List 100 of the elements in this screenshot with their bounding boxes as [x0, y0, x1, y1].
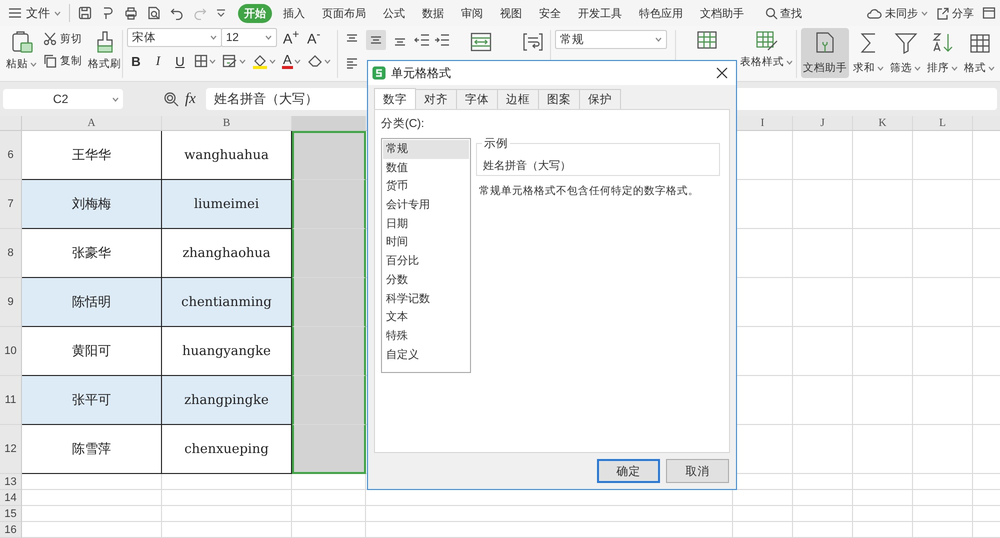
function-button[interactable]: fx	[185, 90, 196, 108]
row-header[interactable]: 8	[0, 229, 22, 278]
font-size-field[interactable]: 12	[221, 28, 277, 47]
category-item[interactable]: 会计专用	[383, 196, 469, 215]
row-header[interactable]: 9	[0, 278, 22, 327]
ribbon-tool-button[interactable]: 排序	[925, 28, 960, 78]
align-button[interactable]	[366, 30, 386, 50]
grid-cell	[853, 376, 913, 425]
undo-icon[interactable]	[170, 6, 184, 20]
print-icon[interactable]	[124, 6, 138, 20]
category-item[interactable]: 科学记数	[383, 290, 469, 308]
ribbon-tab[interactable]: 安全	[533, 4, 567, 22]
row-header[interactable]: 16	[0, 522, 22, 538]
format-painter-button[interactable]: 格式刷	[86, 28, 123, 73]
category-label: 分类(C):	[381, 116, 426, 131]
ribbon-tool-button[interactable]: 格式	[962, 28, 997, 78]
dialog-button[interactable]: 确定	[597, 459, 660, 483]
merge-cells-icon[interactable]	[470, 32, 492, 52]
ribbon-tab[interactable]: 插入	[277, 4, 311, 22]
category-item[interactable]: 百分比	[383, 252, 469, 271]
search-icon	[765, 6, 778, 20]
category-item[interactable]: 时间	[383, 233, 469, 252]
row-header[interactable]: 6	[0, 131, 22, 180]
cell-style-button[interactable]	[221, 52, 247, 70]
row-header[interactable]: 10	[0, 327, 22, 376]
ribbon-tab[interactable]: 特色应用	[633, 4, 689, 22]
ribbon-tool-button[interactable]: 筛选	[888, 28, 923, 78]
dialog-button[interactable]: 取消	[666, 459, 729, 483]
row-header[interactable]: 15	[0, 506, 22, 522]
file-menu[interactable]: 文件	[8, 4, 61, 22]
column-header[interactable]: J	[793, 116, 853, 130]
dialog-tab[interactable]: 数字	[374, 88, 416, 109]
table-style-button[interactable]: 表格样式	[738, 30, 795, 71]
sync-button[interactable]: 未同步	[866, 6, 928, 20]
column-header[interactable]: L	[913, 116, 973, 130]
borders-button[interactable]	[193, 52, 217, 70]
ribbon-tab[interactable]: 公式	[377, 4, 411, 22]
grid-cell	[793, 474, 853, 490]
category-item[interactable]: 日期	[383, 214, 469, 234]
category-item[interactable]: 特殊	[383, 326, 469, 346]
row-header[interactable]: 13	[0, 474, 22, 490]
font-color-button[interactable]: A	[281, 52, 302, 70]
decrease-indent-icon[interactable]	[414, 33, 430, 47]
share-icon	[936, 6, 949, 20]
category-item[interactable]: 自定义	[383, 346, 469, 364]
row-header[interactable]: 7	[0, 180, 22, 229]
font-name-field[interactable]: 宋体	[127, 28, 222, 47]
grid-cell	[913, 180, 973, 229]
ribbon-tab[interactable]: 审阅	[455, 4, 489, 22]
sample-label: 示例	[482, 136, 510, 151]
row-header[interactable]: 14	[0, 490, 22, 506]
cut-button[interactable]: 剪切	[43, 32, 82, 46]
align-left-icon[interactable]	[345, 56, 359, 70]
ribbon-tab[interactable]: 数据	[416, 4, 450, 22]
dialog-tab[interactable]: 保护	[579, 89, 621, 109]
number-format-field[interactable]: 常规	[555, 30, 667, 49]
copy-button[interactable]: 复制	[43, 54, 82, 68]
ribbon-tab[interactable]: 页面布局	[316, 4, 372, 22]
copy-icon	[43, 54, 57, 68]
bold-button[interactable]: B	[127, 52, 145, 70]
column-header[interactable]: K	[853, 116, 913, 130]
row-header[interactable]: 11	[0, 376, 22, 425]
ribbon-tab[interactable]: 文档助手	[694, 4, 750, 22]
ribbon-tab[interactable]: 视图	[494, 4, 528, 22]
grid-cell	[793, 522, 853, 538]
close-icon[interactable]	[716, 67, 728, 79]
print-preview-icon[interactable]	[147, 6, 161, 20]
grid-cell	[853, 490, 913, 506]
zoom-icon[interactable]	[163, 91, 179, 107]
table-cell: chentianming	[162, 278, 292, 327]
increase-indent-icon[interactable]	[434, 33, 450, 47]
name-box[interactable]: C2	[3, 89, 123, 109]
category-item[interactable]: 数值	[383, 158, 469, 178]
ribbon-tab[interactable]: 开发工具	[572, 4, 628, 22]
window-icon[interactable]	[982, 6, 996, 20]
category-item[interactable]: 文本	[383, 308, 469, 327]
share-button[interactable]: 分享	[936, 6, 974, 20]
grid-icon[interactable]	[696, 30, 718, 50]
category-item[interactable]: 分数	[383, 270, 469, 290]
table-cell: 张平可	[22, 376, 162, 425]
italic-button[interactable]: I	[149, 52, 167, 70]
grow-font-button[interactable]: A$^{+}$	[281, 28, 302, 47]
ribbon-tool-button[interactable]: 求和	[851, 28, 886, 78]
save-icon[interactable]	[78, 6, 92, 20]
grid-cell	[733, 506, 793, 522]
category-item[interactable]: 常规	[383, 140, 469, 159]
grid-cell	[913, 229, 973, 278]
ribbon-tool-button[interactable]: 文档助手	[801, 28, 849, 78]
category-item[interactable]: 货币	[383, 177, 469, 196]
table-cell: 刘梅梅	[22, 180, 162, 229]
column-header[interactable]: A	[22, 116, 162, 130]
underline-button[interactable]: U	[171, 52, 189, 70]
wrap-text-icon[interactable]	[522, 32, 544, 52]
grid-cell	[913, 376, 973, 425]
shrink-font-button[interactable]: A$^{-}$	[305, 28, 322, 47]
row-header[interactable]: 12	[0, 425, 22, 474]
paste-button[interactable]: 粘贴	[4, 28, 39, 73]
dropdown-icon[interactable]	[216, 9, 226, 17]
search-button[interactable]: 查找	[759, 4, 808, 22]
grid-cell	[793, 180, 853, 229]
